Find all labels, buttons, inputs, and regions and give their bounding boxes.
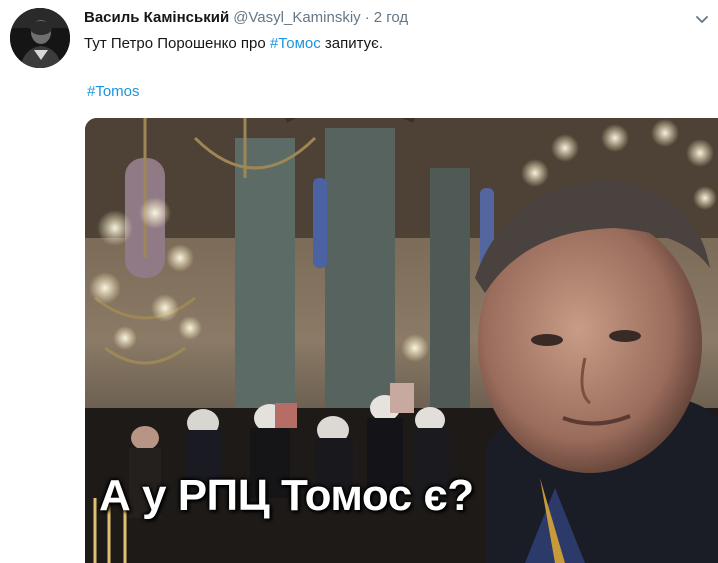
tweet-timestamp[interactable]: 2 год: [374, 8, 408, 28]
hashtag-link-tomos-uk[interactable]: #Томос: [270, 35, 321, 52]
author-handle[interactable]: @Vasyl_Kaminskiy: [233, 8, 361, 28]
media-caption: А у РПЦ Томос є?: [99, 471, 474, 520]
chevron-down-icon[interactable]: [694, 12, 710, 28]
author-avatar[interactable]: [10, 8, 70, 68]
tweet-media-photo[interactable]: А у РПЦ Томос є?: [85, 118, 718, 563]
author-name[interactable]: Василь Камінський: [84, 8, 229, 28]
tweet-text-before: Тут Петро Порошенко про: [84, 35, 270, 52]
hashtag-link-tomos-en[interactable]: #Tomos: [87, 83, 140, 100]
avatar-photo: [10, 8, 70, 68]
tweet-header: Василь Камінський @Vasyl_Kaminskiy · 2 г…: [84, 8, 688, 30]
separator-dot: ·: [364, 9, 370, 26]
tweet-text-after: запитує.: [320, 35, 383, 52]
hashtag-line: #Tomos: [87, 82, 140, 102]
tweet-text: Тут Петро Порошенко про #Томос запитує.: [84, 34, 706, 54]
